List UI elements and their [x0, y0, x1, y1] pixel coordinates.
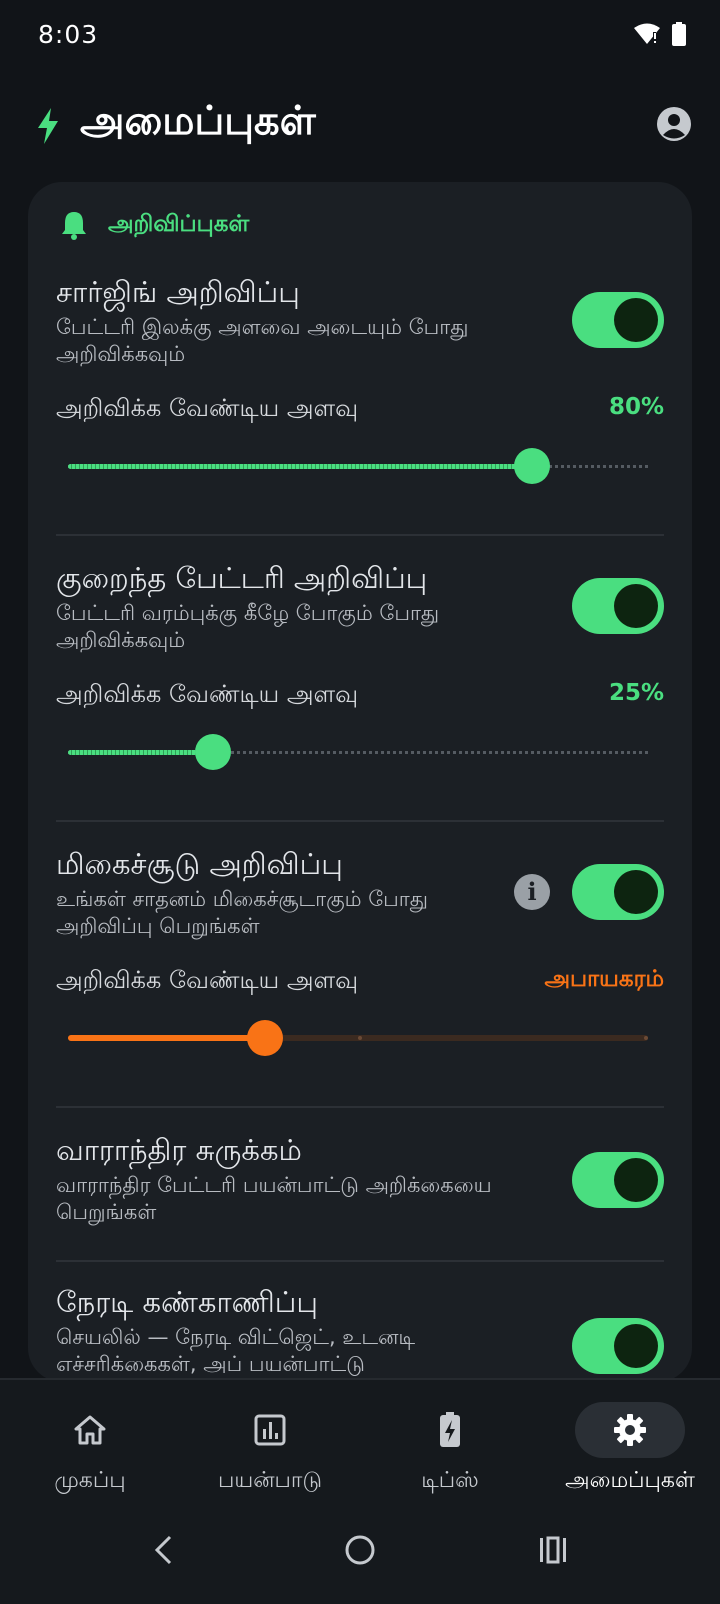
slider-thumb[interactable] — [195, 734, 231, 770]
setting-live-monitoring: நேரடி கண்காணிப்பு செயலில் — நேரடி விட்ஜெ… — [56, 1282, 664, 1378]
toggle-knob — [614, 1324, 658, 1368]
charging-toggle[interactable] — [572, 292, 664, 348]
threshold-value: அபாயகரம் — [544, 966, 664, 992]
nav-home[interactable]: முகப்பு — [0, 1380, 180, 1508]
live-monitoring-toggle[interactable] — [572, 1318, 664, 1374]
slider-thumb[interactable] — [514, 448, 550, 484]
threshold-value: 80% — [608, 394, 664, 420]
section-header: அறிவிப்புகள் — [60, 210, 249, 240]
threshold-label: அறிவிக்க வேண்டிய அளவு — [56, 394, 359, 422]
section-label: அறிவிப்புகள் — [108, 210, 250, 237]
setting-title: குறைந்த பேட்டரி அறிவிப்பு — [56, 561, 428, 595]
charging-slider[interactable] — [68, 446, 648, 486]
setting-desc: பேட்டரி வரம்புக்கு கீழே போகும் போது அறிவ… — [56, 601, 440, 652]
setting-title: சார்ஜிங் அறிவிப்பு — [56, 275, 300, 309]
gear-icon — [614, 1414, 646, 1446]
low-battery-slider[interactable] — [68, 732, 648, 772]
recents-icon[interactable] — [538, 1536, 568, 1564]
threshold-label: அறிவிக்க வேண்டிய அளவு — [56, 966, 359, 994]
nav-settings[interactable]: அமைப்புகள் — [540, 1380, 720, 1508]
divider — [56, 1260, 664, 1262]
setting-title: நேரடி கண்காணிப்பு — [56, 1285, 318, 1319]
overheat-slider[interactable] — [68, 1018, 648, 1058]
setting-charging: சார்ஜிங் அறிவிப்பு பேட்டரி இலக்கு அளவை அ… — [56, 272, 664, 368]
divider — [56, 534, 664, 536]
weekly-summary-toggle[interactable] — [572, 1152, 664, 1208]
toggle-knob — [614, 1158, 658, 1202]
nav-label: முகப்பு — [54, 1468, 126, 1493]
battery-charging-icon — [440, 1412, 460, 1447]
threshold-row: அறிவிக்க வேண்டிய அளவு அபாயகரம் — [56, 966, 664, 1002]
slider-fill — [68, 750, 213, 755]
chart-icon — [254, 1414, 286, 1446]
overheat-toggle[interactable] — [572, 864, 664, 920]
slider-thumb[interactable] — [247, 1020, 284, 1056]
wifi-icon — [634, 23, 660, 44]
bolt-icon — [38, 108, 58, 144]
setting-title: வாராந்திர சுருக்கம் — [56, 1133, 302, 1167]
app-bar: அமைப்புகள் — [0, 92, 720, 162]
low-battery-toggle[interactable] — [572, 578, 664, 634]
setting-weekly-summary: வாராந்திர சுருக்கம் வாராந்திர பேட்டரி பய… — [56, 1130, 664, 1226]
system-navigation — [0, 1506, 720, 1604]
home-icon — [74, 1415, 106, 1445]
setting-low-battery: குறைந்த பேட்டரி அறிவிப்பு பேட்டரி வரம்பு… — [56, 558, 664, 654]
setting-title: மிகைச்சூடு அறிவிப்பு — [56, 847, 343, 881]
nav-label: அமைப்புகள் — [565, 1468, 695, 1493]
info-icon[interactable]: i — [514, 874, 550, 910]
setting-desc: பேட்டரி இலக்கு அளவை அடையும் போது அறிவிக்… — [56, 315, 469, 366]
slider-fill — [68, 1035, 266, 1041]
nav-usage[interactable]: பயன்பாடு — [180, 1380, 360, 1508]
status-bar: 8:03 — [0, 0, 720, 72]
slider-fill — [68, 464, 532, 469]
setting-desc: உங்கள் சாதனம் மிகைச்சூடாகும் போது அறிவிப… — [56, 887, 428, 938]
threshold-row: அறிவிக்க வேண்டிய அளவு 25% — [56, 680, 664, 716]
threshold-row: அறிவிக்க வேண்டிய அளவு 80% — [56, 394, 664, 430]
bottom-navigation: முகப்பு பயன்பாடு டிப்ஸ் அமைப்புகள் — [0, 1378, 720, 1508]
status-time: 8:03 — [38, 20, 99, 49]
nav-label: பயன்பாடு — [217, 1468, 323, 1493]
divider — [56, 820, 664, 822]
back-icon[interactable] — [152, 1534, 176, 1566]
slider-step-dot — [358, 1036, 362, 1040]
toggle-knob — [614, 870, 658, 914]
toggle-knob — [614, 298, 658, 342]
setting-overheat: மிகைச்சூடு அறிவிப்பு உங்கள் சாதனம் மிகைச… — [56, 844, 664, 940]
threshold-label: அறிவிக்க வேண்டிய அளவு — [56, 680, 359, 708]
setting-desc: வாராந்திர பேட்டரி பயன்பாட்டு அறிக்கையை ப… — [56, 1173, 492, 1224]
slider-step-dot — [644, 1036, 648, 1040]
threshold-value: 25% — [608, 680, 664, 706]
nav-tips[interactable]: டிப்ஸ் — [360, 1380, 540, 1508]
battery-icon — [672, 22, 686, 46]
home-circle-icon[interactable] — [344, 1534, 376, 1566]
divider — [56, 1106, 664, 1108]
setting-desc: செயலில் — நேரடி விட்ஜெட், உடனடி எச்சரிக்… — [56, 1325, 416, 1376]
nav-label: டிப்ஸ் — [421, 1468, 479, 1493]
page-title: அமைப்புகள் — [80, 98, 316, 144]
bell-icon — [62, 212, 86, 240]
account-icon[interactable] — [656, 106, 692, 142]
toggle-knob — [614, 584, 658, 628]
notifications-card: அறிவிப்புகள் சார்ஜிங் அறிவிப்பு பேட்டரி … — [28, 182, 692, 1382]
